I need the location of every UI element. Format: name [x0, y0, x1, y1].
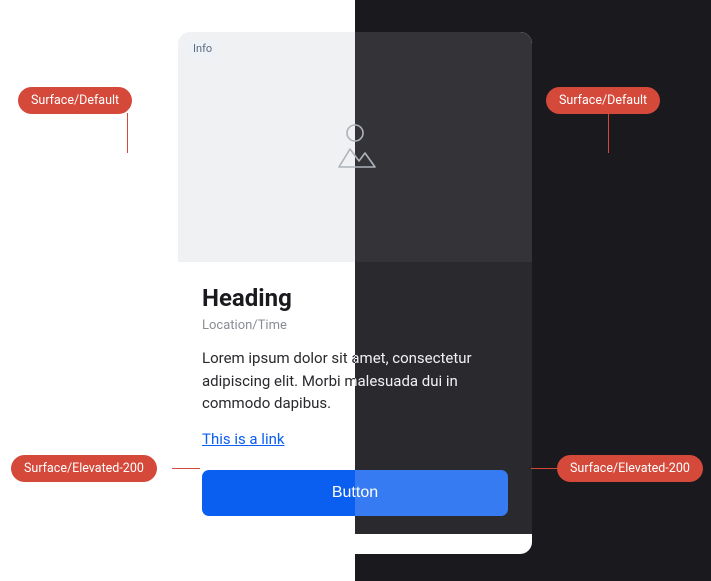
card: Info Heading Location/Time Lorem ipsum d…: [178, 32, 532, 554]
annotation-surface-default-right: Surface/Default: [546, 87, 660, 114]
annotation-line: [608, 113, 609, 153]
button-dark-half: [355, 470, 508, 516]
annotation-line: [531, 468, 557, 469]
annotation-surface-elevated-left: Surface/Elevated-200: [11, 455, 157, 482]
annotation-line: [172, 468, 200, 469]
card-button[interactable]: Button: [202, 470, 508, 516]
card-heading: Heading: [202, 284, 508, 312]
card-link[interactable]: This is a link: [202, 430, 285, 448]
card-body: Heading Location/Time Lorem ipsum dolor …: [178, 262, 532, 534]
annotation-line: [127, 113, 128, 153]
card-body-text: Lorem ipsum dolor sit amet, consectetur …: [202, 347, 508, 415]
card-subheading: Location/Time: [202, 318, 508, 333]
card-image-placeholder: [178, 32, 532, 262]
annotation-surface-elevated-right: Surface/Elevated-200: [557, 455, 703, 482]
info-badge: Info: [186, 39, 219, 58]
image-placeholder-icon: [327, 123, 383, 171]
annotation-surface-default-left: Surface/Default: [18, 87, 132, 114]
